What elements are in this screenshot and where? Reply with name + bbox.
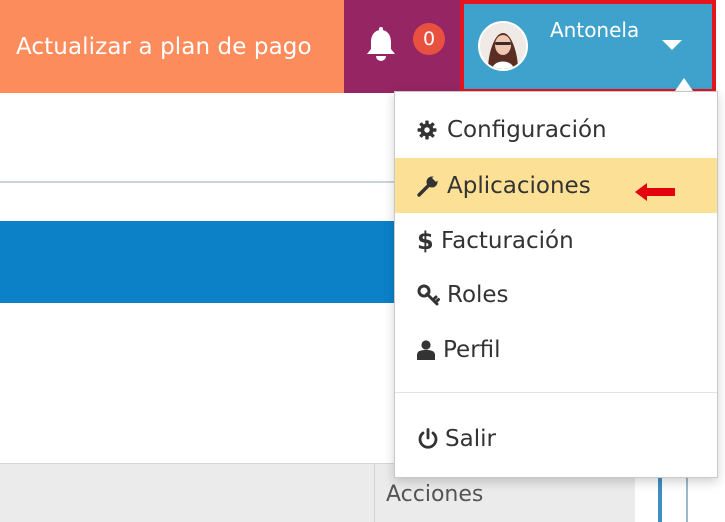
- top-navbar: Actualizar a plan de pago 0 Antonela: [0, 0, 725, 93]
- menu-divider: [395, 392, 717, 393]
- menu-item-label: Perfil: [443, 336, 501, 363]
- menu-item-label: Aplicaciones: [447, 172, 591, 199]
- arrow-left-icon: [635, 181, 675, 207]
- user-icon: [417, 339, 437, 360]
- menu-item-label: Roles: [447, 281, 509, 308]
- column-header-acciones: Acciones: [386, 482, 484, 507]
- menu-item-label: Facturación: [441, 227, 574, 254]
- upgrade-plan-button[interactable]: Actualizar a plan de pago: [0, 0, 344, 93]
- user-dropdown-menu: Configuración Aplicaciones $ Facturación: [394, 91, 718, 478]
- upgrade-plan-label: Actualizar a plan de pago: [16, 33, 312, 60]
- dropdown-pointer: [675, 78, 693, 91]
- avatar: [478, 21, 528, 71]
- menu-item-salir[interactable]: Salir: [395, 411, 717, 466]
- content-divider: [0, 181, 395, 183]
- notifications-button[interactable]: 0: [344, 0, 460, 93]
- menu-item-configuracion[interactable]: Configuración: [395, 102, 717, 157]
- chevron-down-icon: [662, 40, 682, 50]
- blue-banner: [0, 221, 395, 303]
- notification-count-badge: 0: [413, 23, 445, 55]
- menu-item-perfil[interactable]: Perfil: [395, 322, 717, 377]
- menu-item-label: Configuración: [447, 116, 607, 143]
- menu-item-aplicaciones[interactable]: Aplicaciones: [395, 158, 717, 213]
- menu-item-facturacion[interactable]: $ Facturación: [395, 213, 717, 268]
- column-separator: [374, 464, 375, 522]
- key-icon: [417, 284, 441, 306]
- wrench-icon: [417, 174, 441, 197]
- bell-icon: [364, 27, 398, 67]
- menu-item-label: Salir: [445, 425, 496, 452]
- power-icon: [417, 427, 439, 450]
- topbar-right-edge: [716, 0, 725, 93]
- user-name: Antonela: [550, 18, 640, 42]
- dollar-icon: $: [417, 226, 434, 255]
- gear-icon: [417, 120, 441, 140]
- menu-item-roles[interactable]: Roles: [395, 267, 717, 322]
